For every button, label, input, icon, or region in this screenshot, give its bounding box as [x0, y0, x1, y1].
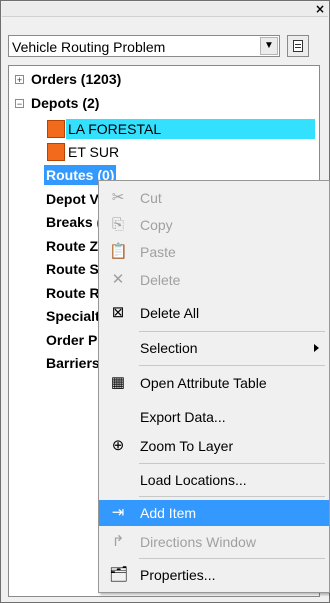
tree-item-route-renewals[interactable]: Route R [46, 283, 100, 303]
delete-icon: ✕ [111, 271, 125, 288]
table-icon: ▦ [110, 374, 126, 391]
menu-item-load-locations[interactable]: Load Locations... [99, 467, 329, 493]
tree-item-breaks[interactable]: Breaks ( [46, 212, 101, 232]
menu-separator [139, 365, 325, 366]
menu-separator [139, 558, 325, 559]
collapse-icon[interactable]: − [15, 99, 24, 109]
tree-item-barriers[interactable]: Barriers [46, 353, 100, 373]
menu-separator [139, 331, 325, 332]
delete-all-icon: ⊠ [111, 304, 125, 321]
window-titlebar: × [2, 2, 328, 17]
menu-item-copy[interactable]: ⎘ Copy [99, 212, 329, 238]
analysis-layer-value: Vehicle Routing Problem [12, 39, 166, 55]
scissors-icon: ✂ [111, 189, 125, 206]
menu-item-label: Add Item [140, 505, 197, 521]
tree-item-order-pairs[interactable]: Order P [46, 330, 97, 350]
menu-item-label: Directions Window [140, 534, 256, 550]
paste-icon: 📋 [109, 243, 128, 260]
tree-item-depot-et-sur[interactable]: ET SUR [68, 142, 119, 162]
menu-item-label: Copy [140, 217, 173, 233]
tree-item-specialties[interactable]: Specialt [46, 306, 100, 326]
zoom-layer-icon: ⊕ [111, 437, 125, 454]
copy-icon: ⎘ [111, 216, 124, 233]
menu-item-label: Export Data... [140, 409, 226, 425]
tree-item-route-zones[interactable]: Route Z [46, 236, 98, 256]
menu-separator [139, 463, 325, 464]
list-icon [293, 40, 303, 52]
tree-item-depots[interactable]: Depots (2) [31, 93, 99, 113]
menu-item-label: Delete [140, 272, 181, 288]
properties-icon: 🗂 [109, 566, 129, 583]
menu-item-properties[interactable]: 🗂 Properties... [99, 562, 329, 588]
depot-symbol-icon [47, 120, 65, 138]
menu-item-cut[interactable]: ✂ Cut [99, 185, 329, 211]
analysis-layer-dropdown[interactable]: Vehicle Routing Problem ▼ [8, 35, 280, 57]
menu-item-zoom-to-layer[interactable]: ⊕ Zoom To Layer [99, 433, 329, 459]
tree-item-orders[interactable]: Orders (1203) [31, 69, 121, 89]
menu-item-label: Zoom To Layer [140, 438, 234, 454]
menu-item-paste[interactable]: 📋 Paste [99, 239, 329, 265]
menu-item-selection[interactable]: Selection [99, 335, 329, 361]
menu-separator [139, 496, 325, 497]
chevron-down-icon[interactable]: ▼ [260, 37, 278, 55]
menu-item-directions-window[interactable]: ↱ Directions Window [99, 529, 329, 555]
tree-item-depot-la-forestal[interactable]: LA FORESTAL [66, 119, 315, 139]
menu-item-delete-all[interactable]: ⊠ Delete All [99, 300, 329, 326]
submenu-arrow-icon [314, 344, 319, 352]
properties-window-button[interactable] [287, 35, 309, 57]
close-icon[interactable]: × [314, 3, 326, 15]
menu-item-label: Load Locations... [140, 472, 247, 488]
menu-item-add-item[interactable]: ⇥ Add Item [99, 500, 329, 526]
menu-item-label: Properties... [140, 567, 216, 583]
menu-item-label: Open Attribute Table [140, 375, 267, 391]
menu-item-label: Selection [140, 340, 198, 356]
add-item-icon: ⇥ [111, 504, 125, 521]
menu-item-export-data[interactable]: Export Data... [99, 404, 329, 430]
tree-item-route-seed-points[interactable]: Route S [46, 259, 99, 279]
menu-item-open-attribute-table[interactable]: ▦ Open Attribute Table [99, 370, 329, 396]
depot-symbol-icon [47, 143, 65, 161]
menu-item-label: Cut [140, 190, 162, 206]
menu-item-label: Paste [140, 244, 176, 260]
context-menu: ✂ Cut ⎘ Copy 📋 Paste ✕ Delete ⊠ Delete A… [98, 180, 330, 593]
expand-icon[interactable]: + [15, 75, 24, 85]
menu-item-delete[interactable]: ✕ Delete [99, 267, 329, 293]
menu-item-label: Delete All [140, 305, 200, 321]
tree-item-depot-visits[interactable]: Depot V [46, 189, 99, 209]
directions-icon: ↱ [111, 533, 125, 550]
